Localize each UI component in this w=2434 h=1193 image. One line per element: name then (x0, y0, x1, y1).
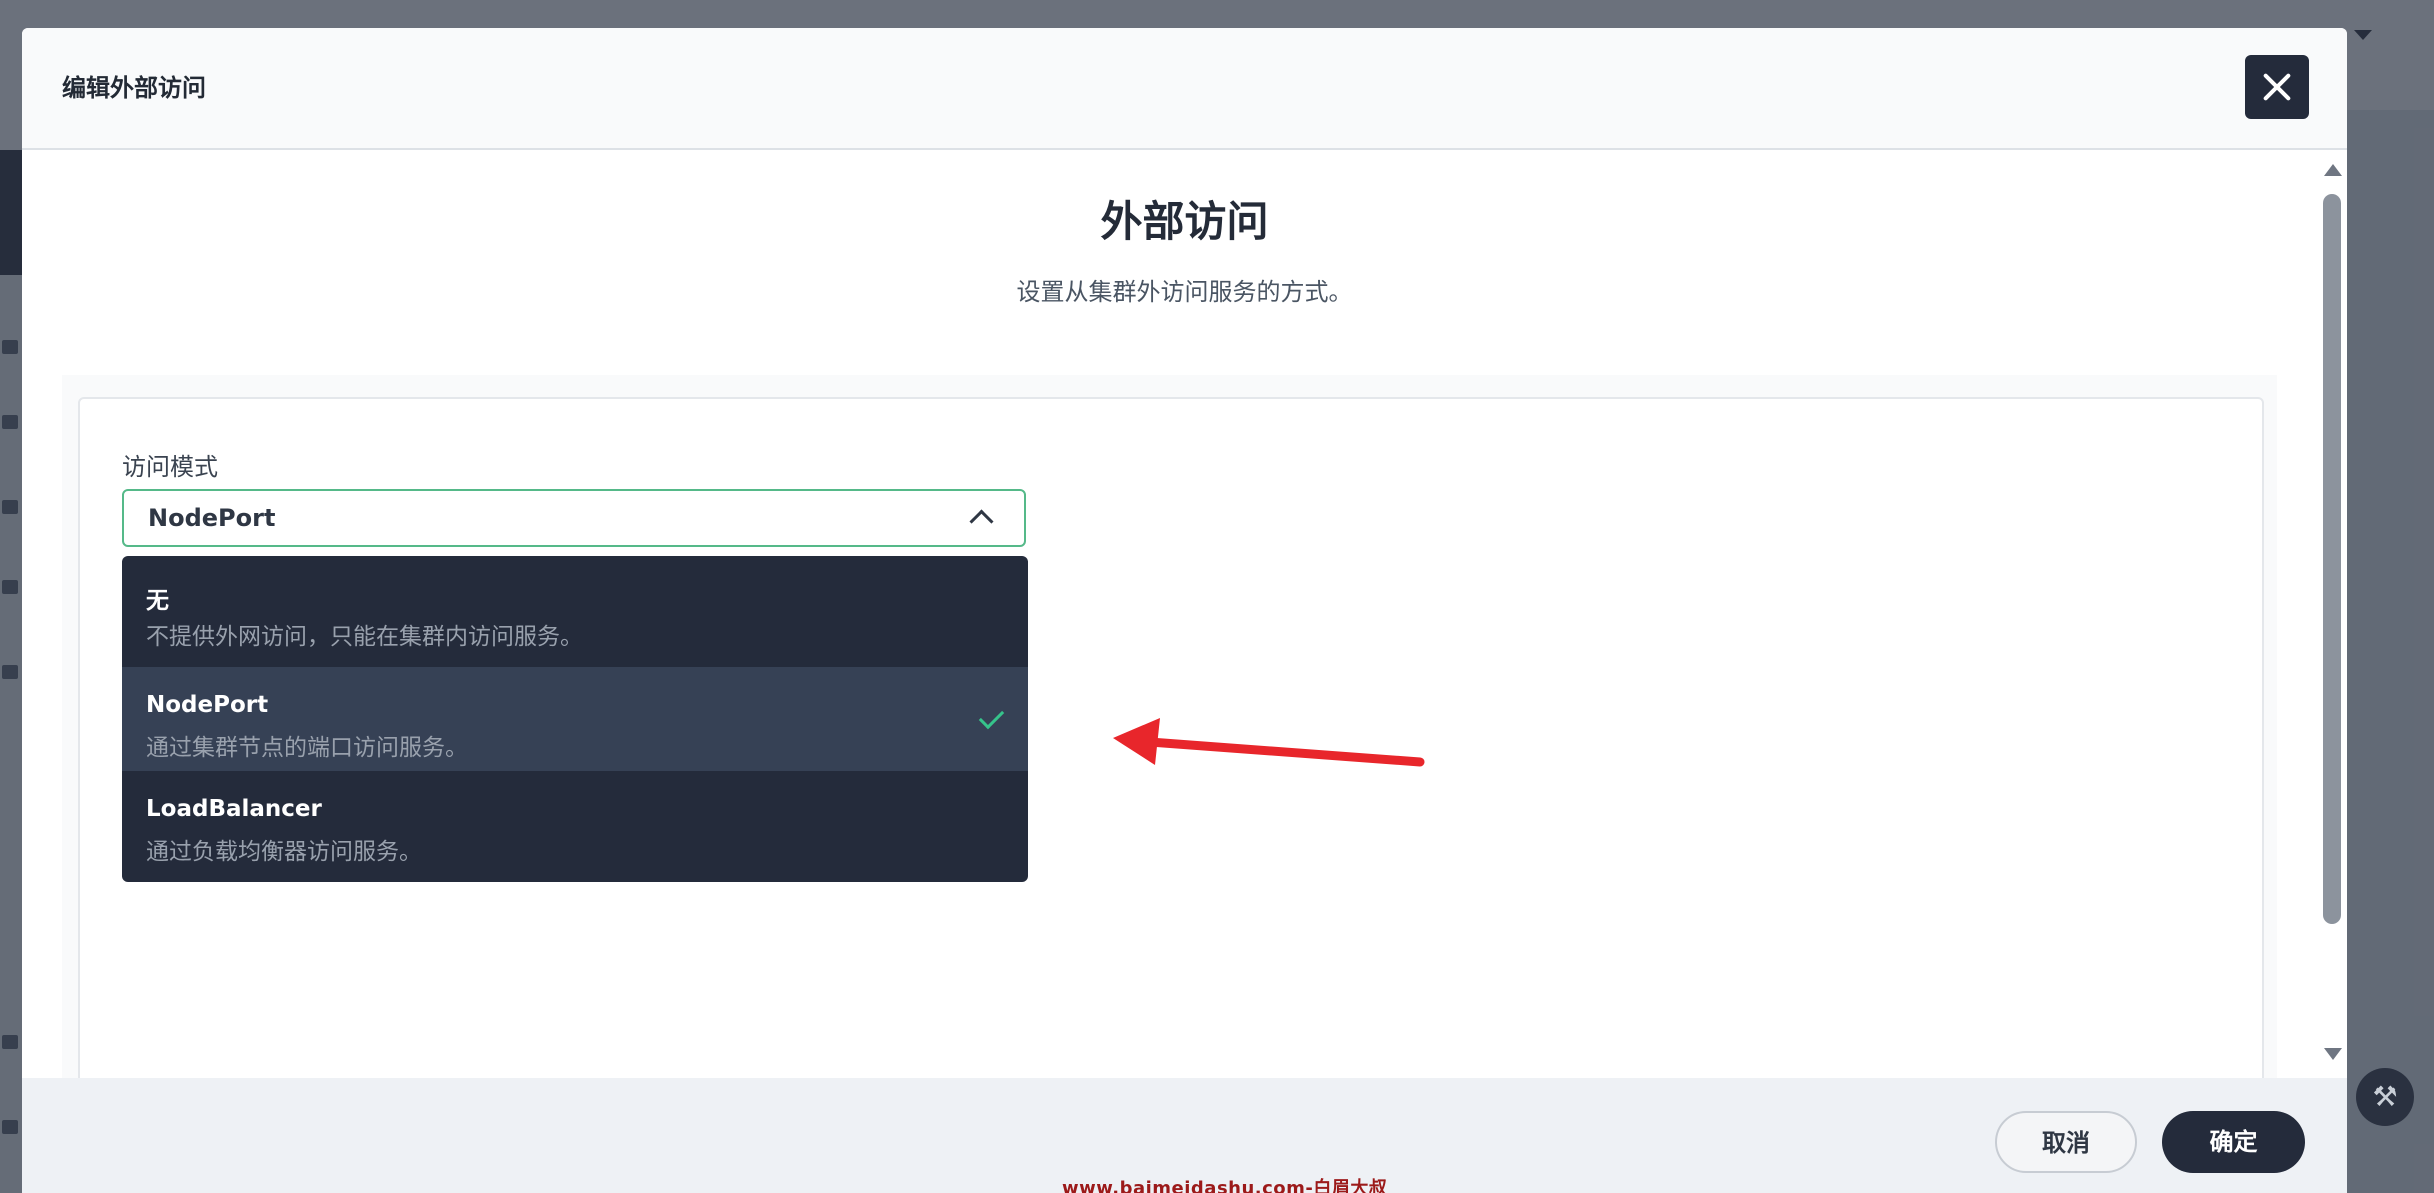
watermark: www.baimeidashu.com-白眉大叔 (1062, 1178, 1388, 1193)
form-panel: 访问模式 NodePort 无 不提供外网访问，只能在集群内访问服务。 Node… (62, 375, 2277, 1101)
cancel-button[interactable]: 取消 (1995, 1111, 2137, 1173)
dialog-header: 编辑外部访问 (22, 28, 2347, 150)
option-description: 通过负载均衡器访问服务。 (146, 839, 422, 865)
check-icon (978, 703, 1005, 730)
confirm-button[interactable]: 确定 (2162, 1111, 2305, 1173)
dialog-body: 外部访问 设置从集群外访问服务的方式。 访问模式 NodePort 无 不提供外… (22, 150, 2347, 1101)
scroll-down-icon[interactable] (2324, 1048, 2342, 1060)
section-subtitle: 设置从集群外访问服务的方式。 (1016, 278, 1353, 306)
edit-external-access-dialog: 编辑外部访问 外部访问 设置从集群外访问服务的方式。 访问模式 NodePort… (22, 28, 2347, 1193)
close-button[interactable] (2245, 55, 2309, 119)
chevron-up-icon (969, 509, 994, 534)
option-none[interactable]: 无 不提供外网访问，只能在集群内访问服务。 (122, 556, 1028, 660)
scrollbar[interactable] (2317, 150, 2347, 1078)
option-label: NodePort (146, 692, 269, 718)
option-loadbalancer[interactable]: LoadBalancer 通过负载均衡器访问服务。 (122, 771, 1028, 875)
section-title: 外部访问 (1100, 197, 1269, 246)
access-mode-dropdown: 无 不提供外网访问，只能在集群内访问服务。 NodePort 通过集群节点的端口… (122, 556, 1028, 882)
scroll-up-icon[interactable] (2324, 164, 2342, 176)
access-mode-label: 访问模式 (122, 453, 218, 481)
access-mode-select[interactable]: NodePort (122, 489, 1026, 547)
hammer-icon: ⚒ (2356, 1068, 2414, 1126)
scrollbar-thumb[interactable] (2323, 194, 2341, 924)
option-nodeport[interactable]: NodePort 通过集群节点的端口访问服务。 (122, 667, 1028, 771)
dialog-footer: www.baimeidashu.com-白眉大叔 取消 确定 (22, 1078, 2347, 1193)
option-label: 无 (146, 588, 169, 614)
option-description: 不提供外网访问，只能在集群内访问服务。 (146, 624, 583, 650)
dialog-title: 编辑外部访问 (62, 74, 206, 102)
form-card: 访问模式 NodePort 无 不提供外网访问，只能在集群内访问服务。 Node… (78, 397, 2264, 1101)
access-mode-selected-value: NodePort (148, 504, 276, 532)
option-label: LoadBalancer (146, 796, 322, 822)
option-description: 通过集群节点的端口访问服务。 (146, 735, 468, 761)
